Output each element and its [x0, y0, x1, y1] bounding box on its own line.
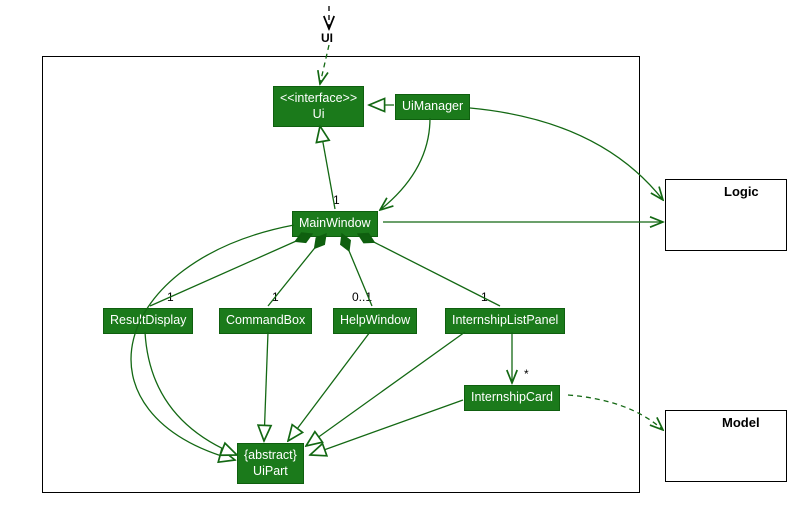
mult-helpwindow: 0..1: [352, 290, 372, 304]
stereotype: <<interface>>: [280, 91, 357, 105]
class-mainwindow: MainWindow: [292, 211, 378, 237]
package-model-label: Model: [718, 413, 764, 432]
interface-ui: <<interface>> Ui: [273, 86, 364, 127]
class-resultdisplay: ResultDisplay: [103, 308, 193, 334]
mult-mainwindow: 1: [333, 193, 340, 207]
mult-ilp: 1: [481, 290, 488, 304]
abstract-tag: {abstract}: [244, 448, 297, 462]
mult-commandbox: 1: [272, 290, 279, 304]
class-internshipcard: InternshipCard: [464, 385, 560, 411]
package-logic-label: Logic: [720, 182, 763, 201]
class-name: UiPart: [253, 464, 288, 478]
mult-internshipcard: *: [524, 367, 529, 381]
diagram-title: UI: [321, 31, 333, 45]
class-internshiplistpanel: InternshipListPanel: [445, 308, 565, 334]
interface-name: Ui: [313, 107, 325, 121]
class-commandbox: CommandBox: [219, 308, 312, 334]
class-helpwindow: HelpWindow: [333, 308, 417, 334]
mult-resultdisplay: 1: [167, 290, 174, 304]
class-uipart: {abstract} UiPart: [237, 443, 304, 484]
class-uimanager: UiManager: [395, 94, 470, 120]
